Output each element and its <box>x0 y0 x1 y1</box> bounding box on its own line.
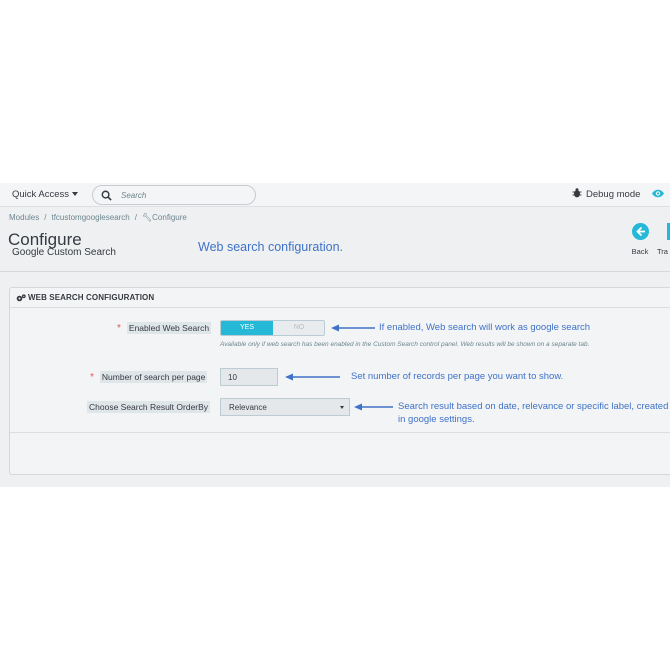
breadcrumb-item-configure: Configure <box>152 213 187 222</box>
page-header: Modules / tfcustomgooglesearch / 🔧︎Configure… <box>0 208 670 272</box>
back-button[interactable]: Back <box>626 223 654 256</box>
back-label: Back <box>631 247 649 256</box>
breadcrumb-item-module[interactable]: tfcustomgooglesearch <box>51 213 129 222</box>
wrench-icon: 🔧︎ <box>141 213 153 222</box>
cogs-icon <box>16 294 26 302</box>
enabled-web-search-switch[interactable]: YES NO <box>220 320 325 336</box>
debug-mode-indicator[interactable]: Debug mode <box>572 188 640 200</box>
translate-button[interactable]: Tra <box>657 223 670 256</box>
eye-icon[interactable] <box>651 188 665 199</box>
search-box[interactable] <box>92 185 256 205</box>
search-input[interactable] <box>121 189 249 202</box>
order-by-label: Choose Search Result OrderBy <box>87 401 211 413</box>
breadcrumb: Modules / tfcustomgooglesearch / 🔧︎Configure <box>9 213 187 222</box>
per-page-input[interactable] <box>220 368 278 386</box>
required-marker: * <box>117 323 121 334</box>
back-arrow-icon <box>631 223 649 240</box>
chevron-down-icon <box>72 192 79 197</box>
bug-icon <box>572 188 582 198</box>
panel-footer-divider <box>10 432 670 433</box>
order-by-select[interactable]: Relevance <box>220 398 350 416</box>
switch-yes-option[interactable]: YES <box>221 321 273 335</box>
annotation-arrow <box>331 324 375 332</box>
header-annotation: Web search configuration. <box>198 240 343 254</box>
switch-no-option[interactable]: NO <box>273 321 324 335</box>
required-marker: * <box>90 372 94 383</box>
translate-label: Tra <box>657 247 668 256</box>
quick-access-label: Quick Access <box>12 189 70 200</box>
panel-heading: WEB SEARCH CONFIGURATION <box>10 288 670 308</box>
web-search-configuration-panel: WEB SEARCH CONFIGURATION * Enabled Web Se… <box>9 287 670 475</box>
annotation-arrow <box>285 373 340 381</box>
top-bar: Quick Access Debug mode <box>0 183 670 207</box>
quick-access-menu[interactable]: Quick Access <box>12 189 79 200</box>
per-page-annotation: Set number of records per page you want … <box>351 371 564 382</box>
page-subtitle: Google Custom Search <box>12 247 116 258</box>
per-page-label: * Number of search per page <box>90 371 208 383</box>
order-by-selected-value: Relevance <box>229 403 267 412</box>
breadcrumb-item-modules[interactable]: Modules <box>9 213 39 222</box>
enabled-help-text: Available only if web search has been en… <box>220 341 590 348</box>
enabled-annotation: If enabled, Web search will work as goog… <box>379 322 591 333</box>
debug-mode-label: Debug mode <box>586 189 641 200</box>
order-by-annotation: Search result based on date, relevance o… <box>398 401 669 425</box>
panel-title: WEB SEARCH CONFIGURATION <box>28 293 155 302</box>
annotation-arrow <box>354 403 393 411</box>
blank-bottom <box>0 487 670 670</box>
enabled-web-search-label: * Enabled Web Search <box>117 322 212 334</box>
chevron-down-icon <box>340 406 344 409</box>
search-icon <box>101 190 112 201</box>
screenshot-area: Quick Access Debug mode Modules/tfcustom… <box>0 183 670 487</box>
